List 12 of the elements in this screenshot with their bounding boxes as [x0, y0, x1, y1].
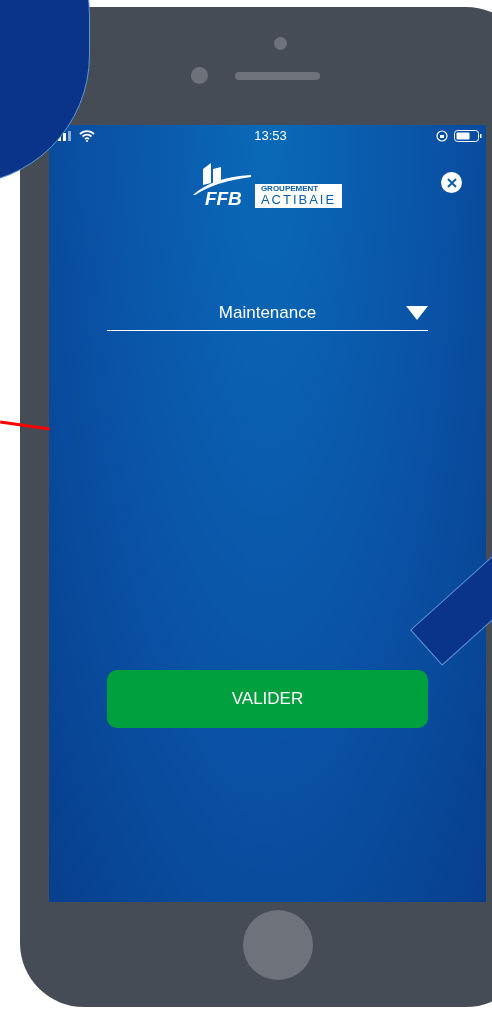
- close-button[interactable]: [441, 172, 462, 193]
- logo-group: GROUPEMENT: [260, 184, 337, 193]
- status-time: 13:53: [254, 127, 287, 146]
- rotation-lock-icon: [436, 130, 448, 142]
- wifi-icon: [79, 130, 95, 142]
- close-icon: [446, 177, 457, 188]
- validate-button[interactable]: VALIDER: [107, 670, 428, 728]
- logo-mark: FFB: [203, 188, 242, 208]
- caret-icon: [406, 306, 428, 320]
- logo-name: ACTIBAIE: [260, 192, 337, 206]
- battery-icon: [454, 130, 482, 142]
- category-dropdown[interactable]: Maintenance: [107, 296, 428, 331]
